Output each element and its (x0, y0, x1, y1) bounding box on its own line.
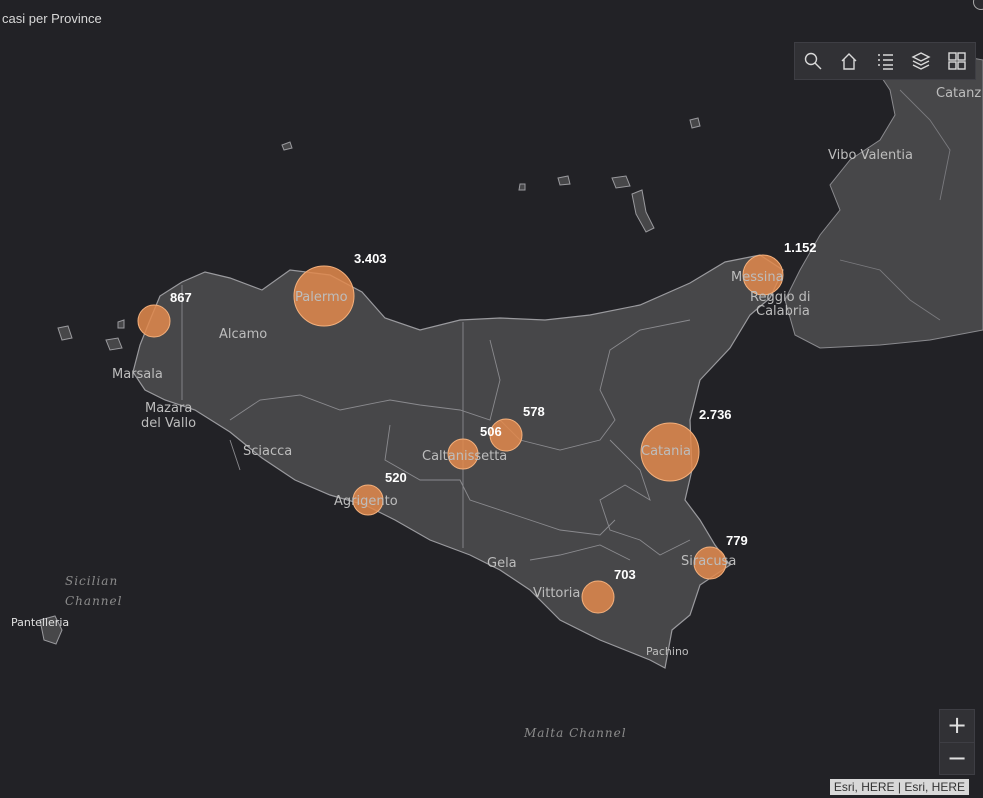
aeolian-island (518, 183, 526, 191)
city-label-gela: Gela (487, 556, 517, 571)
case-count-siracusa: 779 (726, 533, 748, 548)
city-label-reggio: Calabria (756, 304, 810, 319)
basemap-gallery-button[interactable] (943, 47, 971, 75)
city-label-pachino: Pachino (646, 645, 689, 658)
map-toolbar (794, 42, 976, 80)
home-button[interactable] (835, 47, 863, 75)
case-count-messina: 1.152 (784, 240, 817, 255)
egadi-island (105, 337, 123, 351)
legend-list-icon (878, 54, 893, 70)
city-label-mazara: Mazara (145, 401, 192, 416)
egadi-island (117, 319, 125, 329)
city-label-sciacca: Sciacca (243, 444, 292, 459)
sicilian-channel-label: Channel (65, 594, 122, 608)
case-count-agrigento: 520 (385, 470, 407, 485)
city-label-reggio: Reggio di (750, 290, 811, 305)
city-label-alcamo: Alcamo (219, 327, 267, 342)
city-label-messina: Messina (731, 270, 784, 285)
search-button[interactable] (799, 47, 827, 75)
case-count-ragusa: 703 (614, 567, 636, 582)
zoom-out-button[interactable]: − (940, 742, 974, 775)
city-label-vibo-valentia: Vibo Valentia (828, 148, 913, 163)
sicilian-channel-label: Sicilian (65, 574, 118, 588)
search-icon (804, 52, 822, 70)
case-count-catania: 2.736 (699, 407, 732, 422)
city-label-palermo: Palermo (295, 290, 348, 305)
city-label-caltanissetta: Caltanissetta (422, 449, 507, 464)
city-label-vittoria: Vittoria (533, 586, 580, 601)
city-label-marsala: Marsala (112, 367, 163, 382)
zoom-in-button[interactable]: + (940, 710, 974, 742)
home-icon (841, 53, 857, 70)
malta-channel-label: Malta Channel (523, 726, 627, 740)
city-label-siracusa: Siracusa (681, 554, 736, 569)
bubble-ragusa[interactable] (581, 580, 615, 614)
case-count-palermo: 3.403 (354, 251, 387, 266)
case-count-trapani: 867 (170, 290, 192, 305)
case-count-caltanissetta: 506 (480, 424, 502, 439)
city-label-agrigento: Agrigento (334, 494, 398, 509)
case-count-enna: 578 (523, 404, 545, 419)
map-attribution: Esri, HERE | Esri, HERE (829, 779, 969, 795)
city-label-catania: Catania (641, 444, 691, 459)
city-label-mazara: del Vallo (141, 416, 196, 431)
city-label-catanzaro: Catanz (936, 86, 981, 101)
egadi-island (57, 325, 73, 341)
aeolian-island (557, 175, 571, 186)
aeolian-island (631, 189, 655, 233)
layers-icon (911, 52, 931, 70)
basemap-gallery-icon (948, 52, 966, 70)
layers-button[interactable] (907, 47, 935, 75)
ustica-island (281, 141, 293, 151)
zoom-control: + − (939, 709, 975, 775)
bubble-trapani[interactable] (137, 304, 171, 338)
stromboli-island (689, 117, 701, 129)
aeolian-island (611, 175, 631, 189)
city-label-pantelleria: Pantelleria (11, 616, 69, 629)
map-view[interactable]: Sicilian Channel Malta Channel Catanz Vi… (0, 0, 983, 798)
legend-button[interactable] (871, 47, 899, 75)
